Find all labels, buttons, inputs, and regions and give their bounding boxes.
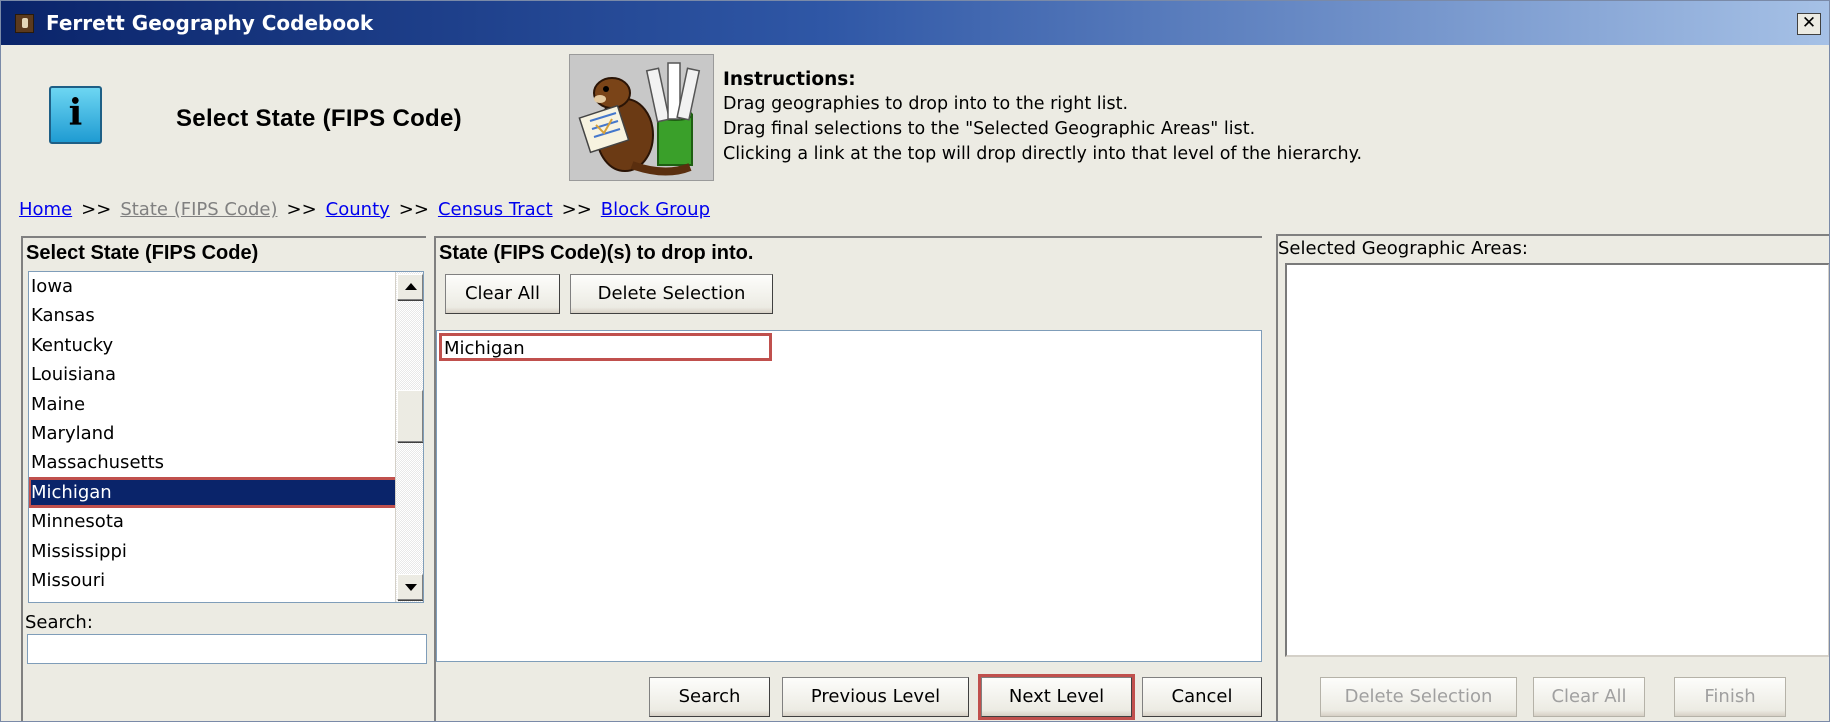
selected-areas-title: Selected Geographic Areas: [1278, 238, 1528, 259]
clear-all-button-right[interactable]: Clear All [1533, 677, 1645, 717]
search-input[interactable] [27, 634, 427, 664]
breadcrumb-home[interactable]: Home [19, 199, 72, 220]
breadcrumb-state-current: State (FIPS Code) [120, 199, 278, 220]
breadcrumb-county[interactable]: County [326, 199, 390, 220]
delete-selection-button[interactable]: Delete Selection [570, 274, 773, 314]
drop-list-item[interactable]: Michigan [439, 333, 772, 361]
scroll-thumb[interactable] [397, 390, 423, 442]
list-item[interactable]: Maine [29, 390, 423, 419]
finish-button[interactable]: Finish [1674, 677, 1786, 717]
close-button[interactable]: ✕ [1797, 13, 1821, 35]
state-list-scrollbar[interactable] [395, 272, 423, 602]
instructions: Instructions: Drag geographies to drop i… [723, 67, 1362, 167]
state-select-panel: Select State (FIPS Code) Iowa Kansas Ken… [21, 236, 427, 721]
list-item[interactable]: Mississippi [29, 537, 423, 566]
list-item[interactable]: Missouri [29, 566, 423, 595]
drop-into-panel: State (FIPS Code)(s) to drop into. Clear… [434, 236, 1262, 721]
list-item[interactable]: Massachusetts [29, 448, 423, 477]
breadcrumb-separator: >> [398, 199, 429, 220]
list-item[interactable]: Kansas [29, 301, 423, 330]
selected-areas-panel: Selected Geographic Areas: Delete Select… [1276, 234, 1829, 721]
scroll-up-arrow-icon[interactable] [397, 274, 423, 300]
ferret-app-icon [15, 14, 34, 33]
list-item-selected[interactable]: Michigan [29, 476, 398, 509]
previous-level-button[interactable]: Previous Level [782, 677, 969, 717]
scroll-down-arrow-icon[interactable] [397, 574, 423, 600]
delete-selection-button-right[interactable]: Delete Selection [1320, 677, 1517, 717]
info-icon: i [49, 86, 102, 144]
drop-into-list[interactable]: Michigan [436, 330, 1262, 662]
instruction-line: Clicking a link at the top will drop dir… [723, 144, 1363, 164]
window-title: Ferrett Geography Codebook [46, 11, 374, 35]
instructions-heading: Instructions: [723, 69, 856, 90]
search-button[interactable]: Search [649, 677, 770, 717]
ferret-mascot-image [569, 54, 714, 181]
clear-all-button[interactable]: Clear All [445, 274, 560, 314]
breadcrumb: Home >> State (FIPS Code) >> County >> Census … [19, 199, 710, 220]
breadcrumb-census-tract[interactable]: Census Tract [438, 199, 553, 220]
instruction-line: Drag geographies to drop into to the rig… [723, 94, 1129, 114]
list-item[interactable]: Kentucky [29, 331, 423, 360]
instruction-line: Drag final selections to the "Selected G… [723, 119, 1256, 139]
list-item[interactable]: Minnesota [29, 507, 423, 536]
list-item[interactable]: Louisiana [29, 360, 423, 389]
state-list-title: Select State (FIPS Code) [26, 242, 259, 264]
next-level-button[interactable]: Next Level [978, 674, 1135, 720]
search-label: Search: [25, 612, 93, 633]
title-bar[interactable]: Ferrett Geography Codebook ✕ [1, 1, 1829, 45]
list-item[interactable]: Iowa [29, 272, 423, 301]
page-title: Select State (FIPS Code) [176, 105, 462, 132]
breadcrumb-separator: >> [286, 199, 317, 220]
breadcrumb-separator: >> [81, 199, 112, 220]
breadcrumb-block-group[interactable]: Block Group [601, 199, 710, 220]
breadcrumb-separator: >> [561, 199, 592, 220]
ferrett-window: Ferrett Geography Codebook ✕ i Select St… [0, 0, 1830, 722]
selected-areas-list[interactable] [1285, 263, 1829, 657]
state-list[interactable]: Iowa Kansas Kentucky Louisiana Maine Mar… [28, 271, 424, 603]
drop-into-title: State (FIPS Code)(s) to drop into. [439, 242, 754, 264]
list-item[interactable]: Maryland [29, 419, 423, 448]
cancel-button[interactable]: Cancel [1142, 677, 1262, 717]
